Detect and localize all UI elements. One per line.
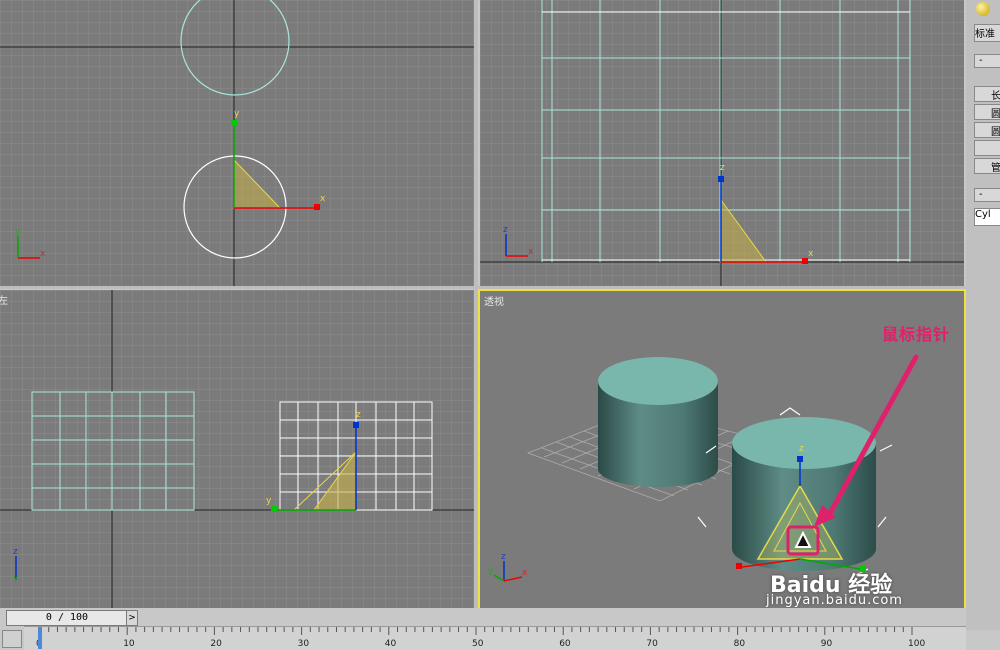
svg-text:y: y bbox=[13, 573, 19, 583]
svg-text:x: x bbox=[522, 568, 528, 578]
object-button-1[interactable]: 长 bbox=[974, 86, 1000, 102]
ruler-tick-label: 10 bbox=[123, 639, 135, 649]
ruler-tick-label: 70 bbox=[646, 639, 658, 649]
object-button-3[interactable]: 圆 bbox=[974, 122, 1000, 138]
svg-text:x: x bbox=[320, 194, 326, 204]
object-button-4[interactable] bbox=[974, 140, 1000, 156]
ruler-tick-label: 40 bbox=[385, 639, 397, 649]
svg-text:x: x bbox=[528, 247, 534, 257]
rollout-toggle[interactable]: - bbox=[974, 54, 1000, 68]
viewport-perspective[interactable]: z z x y 透视 鼠标指针 Baidu 经验 jingyan.baidu.c… bbox=[478, 289, 966, 611]
rollout-toggle-2[interactable]: - bbox=[974, 188, 1000, 202]
ruler-tick-label: 30 bbox=[298, 639, 310, 649]
annotation-label: 鼠标指针 bbox=[882, 325, 951, 344]
watermark-url: jingyan.baidu.com bbox=[766, 593, 903, 608]
command-panel: 标准 - 长 圆 圆 管 - Cyl bbox=[966, 0, 1000, 630]
track-bar-ticks: 0102030405060708090100 bbox=[36, 627, 925, 649]
time-cursor bbox=[38, 627, 42, 649]
viewport-perspective-label[interactable]: 透视 bbox=[484, 293, 504, 308]
svg-text:x: x bbox=[808, 249, 814, 259]
svg-text:y: y bbox=[234, 109, 240, 119]
svg-text:z: z bbox=[13, 547, 18, 557]
svg-text:z: z bbox=[799, 444, 804, 454]
viewport-left[interactable]: z y z y 左 bbox=[0, 290, 474, 608]
viewport-top-canvas: x y y x bbox=[0, 0, 474, 286]
viewport-front[interactable]: z x z x bbox=[480, 0, 964, 286]
ruler-tick-label: 60 bbox=[559, 639, 571, 649]
svg-text:z: z bbox=[356, 410, 361, 420]
viewport-left-label[interactable]: 左 bbox=[0, 292, 8, 307]
track-bar-ruler[interactable]: 0102030405060708090100 bbox=[24, 626, 966, 650]
object-button-5[interactable]: 管 bbox=[974, 158, 1000, 174]
svg-text:z: z bbox=[503, 225, 508, 235]
svg-text:x: x bbox=[40, 249, 46, 259]
time-slider-next-button[interactable]: > bbox=[126, 610, 138, 626]
svg-text:z: z bbox=[720, 163, 725, 173]
object-button-2[interactable]: 圆 bbox=[974, 104, 1000, 120]
viewport-left-canvas: z y z y bbox=[0, 290, 474, 608]
viewport-separator-h[interactable] bbox=[0, 286, 966, 289]
viewport-front-canvas: z x z x bbox=[480, 0, 964, 286]
ruler-tick-label: 20 bbox=[210, 639, 222, 649]
object-type-dropdown[interactable]: 标准 bbox=[974, 24, 1000, 42]
ruler-tick-label: 100 bbox=[908, 639, 925, 649]
svg-text:y: y bbox=[266, 496, 272, 506]
time-slider[interactable]: 0 / 100 bbox=[6, 610, 128, 626]
ruler-tick-label: 50 bbox=[472, 639, 484, 649]
name-field[interactable]: Cyl bbox=[974, 208, 1000, 226]
ruler-tick-label: 80 bbox=[734, 639, 746, 649]
viewport-separator-v[interactable] bbox=[474, 0, 478, 608]
svg-text:y: y bbox=[15, 227, 21, 237]
svg-text:z: z bbox=[501, 552, 506, 562]
time-slider-bar bbox=[0, 608, 966, 626]
viewport-top[interactable]: x y y x bbox=[0, 0, 474, 286]
svg-text:y: y bbox=[488, 566, 494, 576]
sphere-icon[interactable] bbox=[976, 2, 990, 16]
ruler-tick-label: 90 bbox=[821, 639, 833, 649]
track-bar-icon[interactable] bbox=[2, 630, 22, 648]
